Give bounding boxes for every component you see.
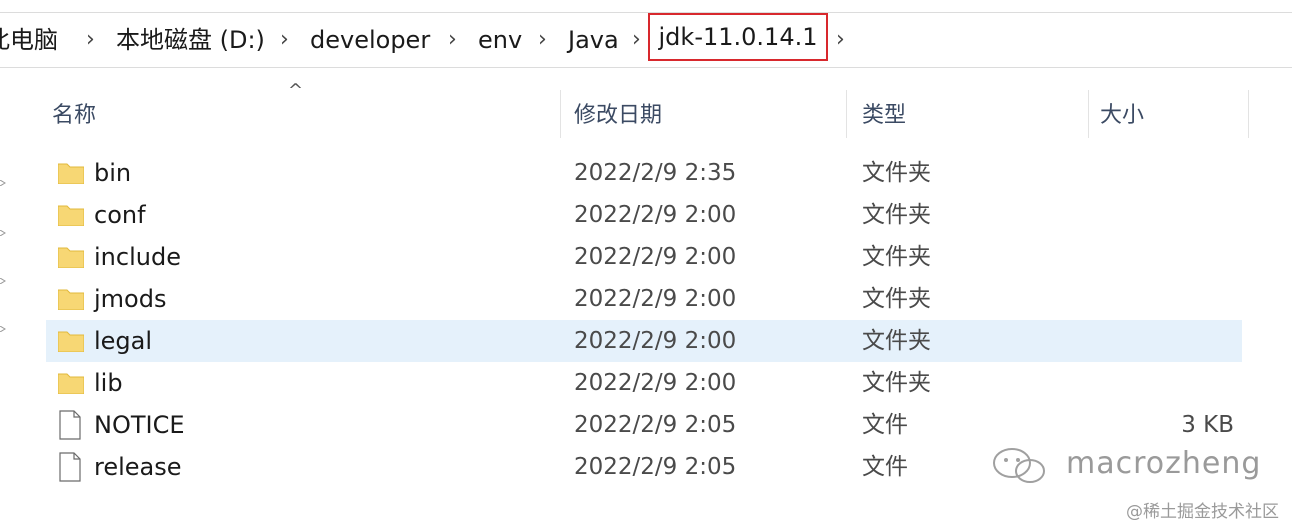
chevron-right-icon[interactable]: › — [448, 13, 457, 67]
chevron-right-icon[interactable]: › — [538, 13, 547, 67]
folder-icon — [58, 247, 84, 268]
file-modified: 2022/2/9 2:00 — [574, 244, 737, 270]
file-row[interactable]: lib 2022/2/9 2:00 文件夹 — [46, 362, 1242, 404]
file-type: 文件夹 — [862, 370, 931, 396]
breadcrumb-current-highlighted[interactable]: jdk-11.0.14.1 — [648, 13, 828, 61]
chevron-right-icon[interactable]: › — [836, 13, 845, 67]
file-modified: 2022/2/9 2:35 — [574, 160, 737, 186]
file-type: 文件 — [862, 412, 908, 438]
chevron-right-icon[interactable]: › — [86, 13, 95, 67]
column-header-size[interactable]: 大小 — [1100, 97, 1144, 129]
column-header-modified[interactable]: 修改日期 — [574, 97, 662, 129]
file-icon — [59, 452, 81, 482]
file-row[interactable]: bin 2022/2/9 2:35 文件夹 — [46, 152, 1242, 194]
folder-icon — [58, 373, 84, 394]
folder-icon — [58, 331, 84, 352]
breadcrumb-env[interactable]: env — [478, 13, 522, 67]
file-row[interactable]: release 2022/2/9 2:05 文件 — [46, 446, 1242, 488]
folder-icon — [58, 163, 84, 184]
column-divider[interactable] — [1248, 90, 1249, 138]
file-modified: 2022/2/9 2:00 — [574, 370, 737, 396]
file-row[interactable]: NOTICE 2022/2/9 2:05 文件 3 KB — [46, 404, 1242, 446]
file-row-selected[interactable]: legal 2022/2/9 2:00 文件夹 — [46, 320, 1242, 362]
file-name[interactable]: bin — [94, 152, 131, 194]
file-type: 文件夹 — [862, 328, 931, 354]
file-name[interactable]: jmods — [94, 278, 166, 320]
scroll-marker-icon — [0, 278, 6, 284]
scroll-marker-icon — [0, 230, 6, 236]
file-row[interactable]: conf 2022/2/9 2:00 文件夹 — [46, 194, 1242, 236]
breadcrumb-this-pc[interactable]: 此电脑 — [0, 13, 58, 67]
file-name[interactable]: lib — [94, 362, 123, 404]
file-type: 文件 — [862, 454, 908, 480]
file-row[interactable]: include 2022/2/9 2:00 文件夹 — [46, 236, 1242, 278]
breadcrumb-developer[interactable]: developer — [310, 13, 430, 67]
file-name[interactable]: conf — [94, 194, 146, 236]
sort-ascending-icon: ^ — [288, 80, 304, 101]
wechat-logo-icon — [993, 448, 1045, 483]
file-modified: 2022/2/9 2:00 — [574, 286, 737, 312]
file-modified: 2022/2/9 2:00 — [574, 202, 737, 228]
folder-icon — [58, 205, 84, 226]
file-type: 文件夹 — [862, 286, 931, 312]
breadcrumb-java[interactable]: Java — [568, 13, 619, 67]
file-name[interactable]: legal — [94, 320, 152, 362]
scroll-marker-icon — [0, 180, 6, 186]
file-type: 文件夹 — [862, 202, 931, 228]
file-modified: 2022/2/9 2:05 — [574, 412, 737, 438]
file-name[interactable]: release — [94, 446, 182, 488]
file-row[interactable]: jmods 2022/2/9 2:00 文件夹 — [46, 278, 1242, 320]
file-modified: 2022/2/9 2:05 — [574, 454, 737, 480]
folder-icon — [58, 289, 84, 310]
column-divider[interactable] — [1088, 90, 1089, 138]
breadcrumb-local-disk[interactable]: 本地磁盘 (D:) — [116, 13, 265, 67]
watermark-site: @稀土掘金技术社区 — [1126, 502, 1279, 522]
chevron-right-icon[interactable]: › — [632, 13, 641, 67]
column-divider[interactable] — [846, 90, 847, 138]
address-bar[interactable]: 此电脑 › 本地磁盘 (D:) › developer › env › Java… — [0, 12, 1292, 68]
watermark-text: macrozheng — [1066, 446, 1262, 481]
file-size: 3 KB — [1181, 412, 1234, 438]
file-name[interactable]: include — [94, 236, 181, 278]
file-type: 文件夹 — [862, 244, 931, 270]
column-header-type[interactable]: 类型 — [862, 97, 906, 129]
file-name[interactable]: NOTICE — [94, 404, 185, 446]
file-modified: 2022/2/9 2:00 — [574, 328, 737, 354]
file-type: 文件夹 — [862, 160, 931, 186]
column-divider[interactable] — [560, 90, 561, 138]
scroll-marker-icon — [0, 326, 6, 332]
column-header-name[interactable]: 名称 — [52, 97, 96, 129]
chevron-right-icon[interactable]: › — [280, 13, 289, 67]
file-icon — [59, 410, 81, 440]
